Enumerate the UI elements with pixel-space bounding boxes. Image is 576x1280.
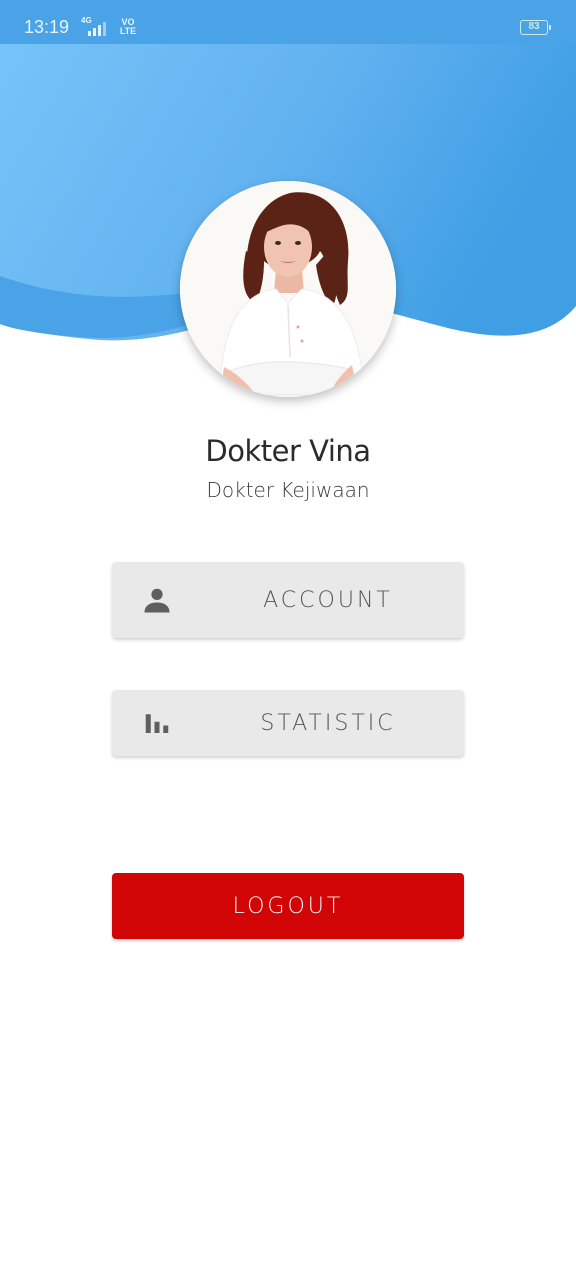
account-label: ACCOUNT	[263, 587, 393, 613]
statistic-button[interactable]: STATISTIC	[112, 690, 464, 756]
doctor-photo	[180, 181, 396, 397]
account-button[interactable]: ACCOUNT	[112, 562, 464, 638]
profile-role: Dokter Kejiwaan	[206, 478, 370, 502]
status-time: 13:19	[24, 17, 70, 37]
battery-icon: 83	[520, 20, 551, 35]
person-icon	[144, 588, 170, 613]
signal-icon	[88, 22, 106, 36]
statistic-label: STATISTIC	[260, 710, 396, 736]
bar-chart-icon	[145, 714, 169, 733]
profile-name: Dokter Vina	[205, 434, 371, 468]
volte-indicator: VO LTE	[119, 17, 137, 36]
status-bar: 13:19 4G VO LTE 83	[0, 0, 576, 44]
logout-button[interactable]: LOGOUT	[112, 873, 464, 939]
avatar	[180, 181, 396, 397]
profile-screen: 13:19 4G VO LTE 83 Dokter Vina Dokter Ke…	[0, 0, 576, 1280]
